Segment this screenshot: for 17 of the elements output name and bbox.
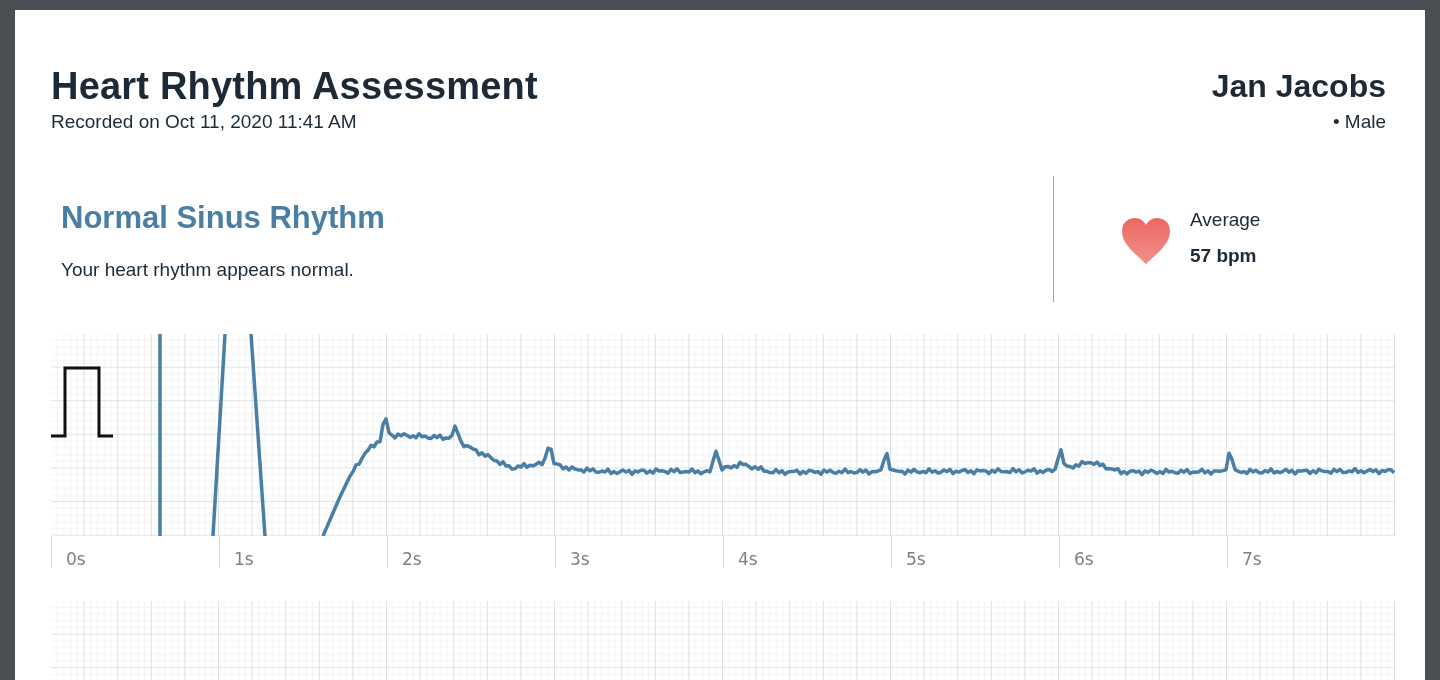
- time-label: 2s: [402, 549, 422, 569]
- time-label: 0s: [66, 549, 86, 569]
- rhythm-description: Your heart rhythm appears normal.: [61, 258, 355, 282]
- time-label: 6s: [1074, 549, 1094, 569]
- time-label: 7s: [1242, 549, 1262, 569]
- time-label: 3s: [570, 549, 590, 569]
- heart-icon: [1122, 218, 1170, 264]
- time-label: 4s: [738, 549, 758, 569]
- rhythm-classification: Normal Sinus Rhythm: [61, 200, 386, 236]
- patient-name: Jan Jacobs: [1211, 67, 1386, 106]
- patient-sex: • Male: [1332, 110, 1386, 134]
- report-title: Heart Rhythm Assessment: [51, 66, 538, 106]
- recorded-date: Recorded on Oct 11, 2020 11:41 AM: [51, 110, 358, 134]
- time-label: 5s: [906, 549, 926, 569]
- average-label: Average: [1190, 208, 1261, 232]
- average-heart-rate: 57 bpm: [1190, 244, 1258, 268]
- time-label: 1s: [234, 549, 254, 569]
